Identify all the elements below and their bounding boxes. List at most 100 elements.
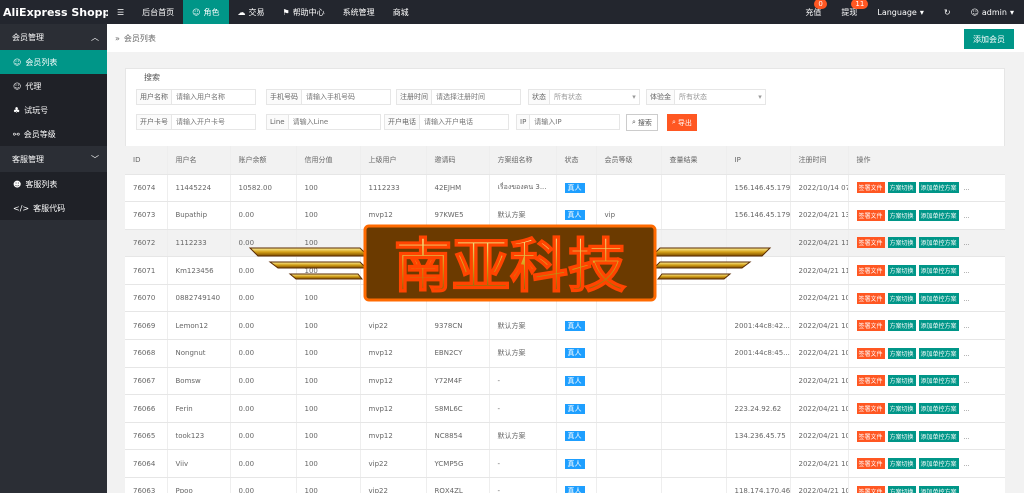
- table-row[interactable]: 76063 Ppoo 0.00 100 vip22 RQX4ZL - 真人 118.174.17…: [125, 477, 1005, 493]
- sidebar-item-agent[interactable]: ☺ 代理: [0, 74, 107, 98]
- username-input[interactable]: [172, 90, 255, 104]
- refresh-icon[interactable]: ↻: [934, 0, 961, 24]
- sign-file-button[interactable]: 签署文件: [856, 209, 885, 221]
- table-row[interactable]: 76065 took123 0.00 100 mvp12 NC8854 默认方案 真人 134.…: [125, 422, 1005, 451]
- switch-plan-button[interactable]: 方案切换: [887, 347, 916, 359]
- sign-file-button[interactable]: 签署文件: [856, 237, 885, 249]
- table-row[interactable]: 76074 11445224 10582.00 100 1112233 42EJHM เรื…: [125, 174, 1005, 203]
- add-control-plan-button[interactable]: 添加单控方案: [918, 265, 959, 277]
- add-control-plan-button[interactable]: 添加单控方案: [918, 375, 959, 387]
- sign-file-button[interactable]: 签署文件: [856, 265, 885, 277]
- sign-file-button[interactable]: 签署文件: [856, 403, 885, 415]
- switch-plan-button[interactable]: 方案切换: [887, 209, 916, 221]
- more-button[interactable]: ...: [962, 267, 972, 276]
- table-row[interactable]: 76070 0882749140 0.00 100 vip22 TOCKUV 2022/04…: [125, 284, 1005, 313]
- line-input[interactable]: [288, 115, 380, 129]
- phone-input[interactable]: [302, 90, 390, 104]
- card-field[interactable]: 开户卡号: [136, 114, 256, 130]
- add-control-plan-button[interactable]: 添加单控方案: [918, 182, 959, 194]
- add-control-plan-button[interactable]: 添加单控方案: [918, 485, 959, 493]
- add-control-plan-button[interactable]: 添加单控方案: [918, 292, 959, 304]
- add-control-plan-button[interactable]: 添加单控方案: [918, 403, 959, 415]
- sidebar-group-service[interactable]: 客服管理 ﹀: [0, 146, 107, 172]
- sign-file-button[interactable]: 签署文件: [856, 458, 885, 470]
- account-phone-field[interactable]: 开户电话: [384, 114, 509, 130]
- add-control-plan-button[interactable]: 添加单控方案: [918, 237, 959, 249]
- switch-plan-button[interactable]: 方案切换: [887, 292, 916, 304]
- switch-plan-button[interactable]: 方案切换: [887, 403, 916, 415]
- nav-home[interactable]: 后台首页: [133, 0, 183, 24]
- nav-system[interactable]: 系统管理: [334, 0, 384, 24]
- sign-file-button[interactable]: 签署文件: [856, 320, 885, 332]
- more-button[interactable]: ...: [962, 212, 972, 221]
- table-row[interactable]: 76073 Bupathip 0.00 100 mvp12 97KWE5 默认方案 真人 vip…: [125, 201, 1005, 230]
- add-control-plan-button[interactable]: 添加单控方案: [918, 209, 959, 221]
- sign-file-button[interactable]: 签署文件: [856, 182, 885, 194]
- more-button[interactable]: ...: [962, 488, 972, 493]
- table-row[interactable]: 76064 Viiv 0.00 100 vip22 YCMP5G - 真人 2022/04/21…: [125, 449, 1005, 479]
- table-row[interactable]: 7607211122330.001002022/04/21 11:10签署文件方…: [125, 229, 1005, 258]
- more-button[interactable]: ...: [962, 322, 972, 331]
- sign-file-button[interactable]: 签署文件: [856, 485, 885, 493]
- bonus-select[interactable]: 体验金 所有状态 ▾: [646, 89, 766, 105]
- language-dropdown[interactable]: Language ▾: [867, 0, 934, 24]
- switch-plan-button[interactable]: 方案切换: [887, 265, 916, 277]
- nav-trade[interactable]: ☁ 交易: [229, 0, 274, 24]
- register-time-input[interactable]: [432, 90, 520, 104]
- more-button[interactable]: ...: [962, 350, 972, 359]
- table-row[interactable]: 76067 Bomsw 0.00 100 mvp12 Y72M4F - 真人 2022/04/2…: [125, 367, 1005, 396]
- ip-input[interactable]: [530, 115, 619, 129]
- table-row[interactable]: 76071Km1234560.001002022/04/21 11:01签署文件…: [125, 256, 1005, 285]
- menu-toggle-icon[interactable]: ☰: [108, 0, 133, 24]
- switch-plan-button[interactable]: 方案切换: [887, 320, 916, 332]
- sign-file-button[interactable]: 签署文件: [856, 292, 885, 304]
- sign-file-button[interactable]: 签署文件: [856, 430, 885, 442]
- add-member-button[interactable]: 添加会员: [964, 29, 1014, 49]
- sign-file-button[interactable]: 签署文件: [856, 347, 885, 359]
- export-button[interactable]: ⌕ 导出: [667, 114, 697, 131]
- recharge-link[interactable]: 充值 0: [795, 0, 831, 24]
- add-control-plan-button[interactable]: 添加单控方案: [918, 347, 959, 359]
- table-row[interactable]: 76068 Nongnut 0.00 100 mvp12 EBN2CY 默认方案 真人 2001…: [125, 339, 1005, 368]
- nav-mall[interactable]: 商城: [384, 0, 418, 24]
- switch-plan-button[interactable]: 方案切换: [887, 430, 916, 442]
- sidebar-item-service-code[interactable]: </> 客服代码: [0, 196, 107, 220]
- table-cell: 真人: [556, 174, 597, 203]
- phone-field[interactable]: 手机号码: [266, 89, 391, 105]
- register-time-field[interactable]: 注册时间: [396, 89, 521, 105]
- line-field[interactable]: Line: [266, 114, 381, 130]
- more-button[interactable]: ...: [962, 295, 972, 304]
- sidebar-item-level[interactable]: ⚯ 会员等级: [0, 122, 107, 146]
- switch-plan-button[interactable]: 方案切换: [887, 485, 916, 493]
- sidebar-group-members[interactable]: 会员管理 ︿: [0, 24, 107, 50]
- sidebar-item-trial[interactable]: ♣ 试玩号: [0, 98, 107, 122]
- more-button[interactable]: ...: [962, 433, 972, 442]
- switch-plan-button[interactable]: 方案切换: [887, 458, 916, 470]
- more-button[interactable]: ...: [962, 377, 972, 386]
- username-field[interactable]: 用户名称: [136, 89, 256, 105]
- sidebar-item-service-list[interactable]: ☻ 客服列表: [0, 172, 107, 196]
- more-button[interactable]: ...: [962, 184, 972, 193]
- more-button[interactable]: ...: [962, 405, 972, 414]
- add-control-plan-button[interactable]: 添加单控方案: [918, 320, 959, 332]
- table-row[interactable]: 76069 Lemon12 0.00 100 vip22 9378CN 默认方案 真人 2001…: [125, 311, 1005, 341]
- add-control-plan-button[interactable]: 添加单控方案: [918, 430, 959, 442]
- status-select[interactable]: 状态 所有状态 ▾: [528, 89, 640, 105]
- nav-role[interactable]: ☺ 角色: [183, 0, 229, 24]
- more-button[interactable]: ...: [962, 239, 972, 248]
- card-input[interactable]: [172, 115, 255, 129]
- withdraw-link[interactable]: 提现 11: [831, 0, 869, 24]
- more-button[interactable]: ...: [962, 460, 972, 469]
- switch-plan-button[interactable]: 方案切换: [887, 182, 916, 194]
- user-menu[interactable]: ☺ admin ▾: [961, 0, 1024, 24]
- sign-file-button[interactable]: 签署文件: [856, 375, 885, 387]
- table-row[interactable]: 76066 Ferin 0.00 100 mvp12 S8ML6C - 真人 223.24.92…: [125, 394, 1005, 423]
- search-button[interactable]: ⌕ 搜索: [626, 114, 658, 131]
- switch-plan-button[interactable]: 方案切换: [887, 237, 916, 249]
- account-phone-input[interactable]: [420, 115, 508, 129]
- sidebar-item-member-list[interactable]: ☺ 会员列表: [0, 50, 107, 74]
- add-control-plan-button[interactable]: 添加单控方案: [918, 458, 959, 470]
- nav-help[interactable]: ⚑ 帮助中心: [274, 0, 334, 24]
- switch-plan-button[interactable]: 方案切换: [887, 375, 916, 387]
- ip-field[interactable]: IP: [516, 114, 620, 130]
